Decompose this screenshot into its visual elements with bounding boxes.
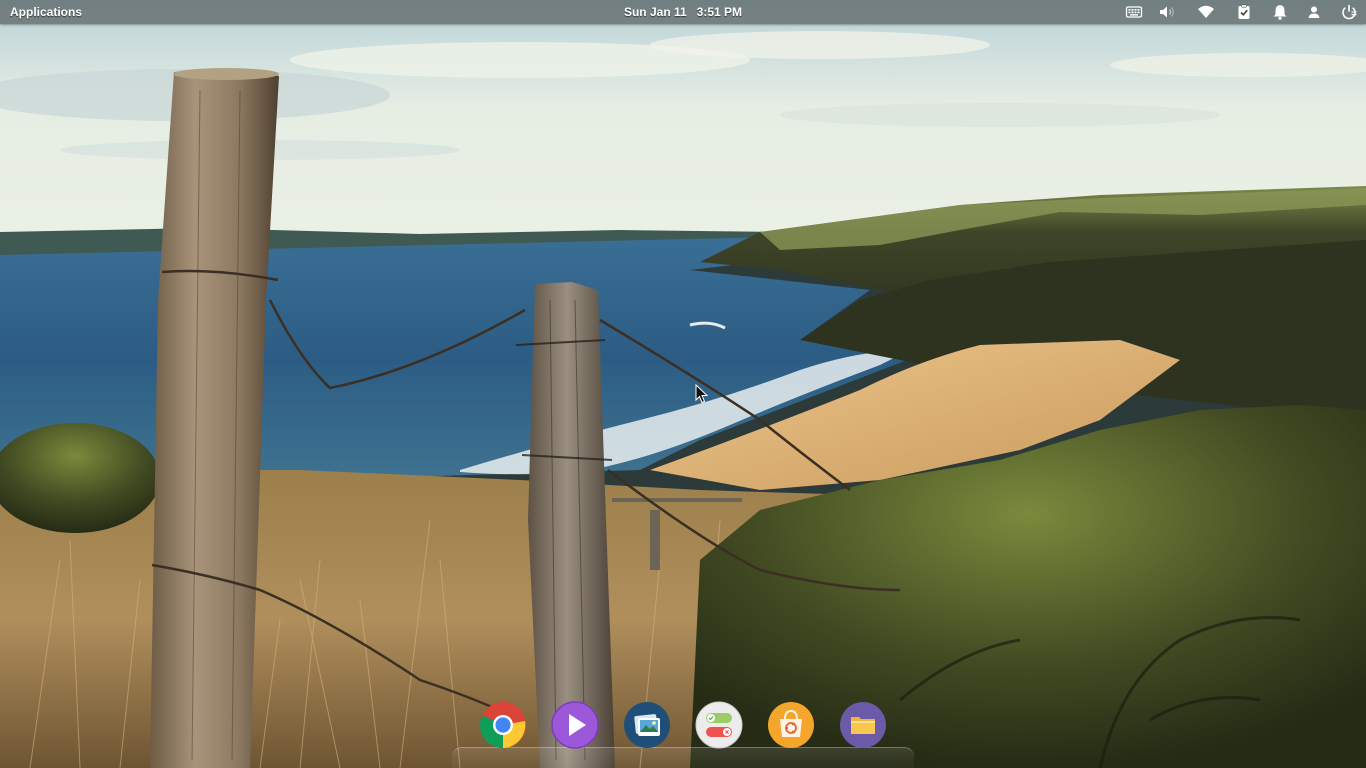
video-player-icon[interactable] (551, 701, 599, 749)
wifi-icon[interactable] (1197, 3, 1215, 21)
files-icon[interactable] (839, 701, 887, 749)
app-center-icon[interactable] (767, 701, 815, 749)
mouse-cursor-icon (695, 384, 709, 404)
notifications-bell-icon[interactable] (1271, 3, 1289, 21)
dock-shelf (452, 747, 914, 768)
user-icon[interactable] (1305, 3, 1323, 21)
chrome-icon[interactable] (479, 701, 527, 749)
dock (452, 697, 914, 768)
switchboard-settings-icon[interactable] (695, 701, 743, 749)
applications-menu-button[interactable]: Applications (10, 0, 82, 24)
power-icon[interactable] (1340, 3, 1358, 21)
volume-icon[interactable] (1158, 3, 1176, 21)
keyboard-icon[interactable] (1125, 3, 1143, 21)
wallpaper (0, 0, 1366, 768)
clock-time[interactable]: 3:51 PM (697, 5, 742, 19)
clipboard-check-icon[interactable] (1235, 3, 1253, 21)
photos-icon[interactable] (623, 701, 671, 749)
clock-date[interactable]: Sun Jan 11 (624, 5, 687, 19)
top-panel: Applications Sun Jan 11 3:51 PM (0, 0, 1366, 24)
desktop[interactable]: Applications Sun Jan 11 3:51 PM (0, 0, 1366, 768)
